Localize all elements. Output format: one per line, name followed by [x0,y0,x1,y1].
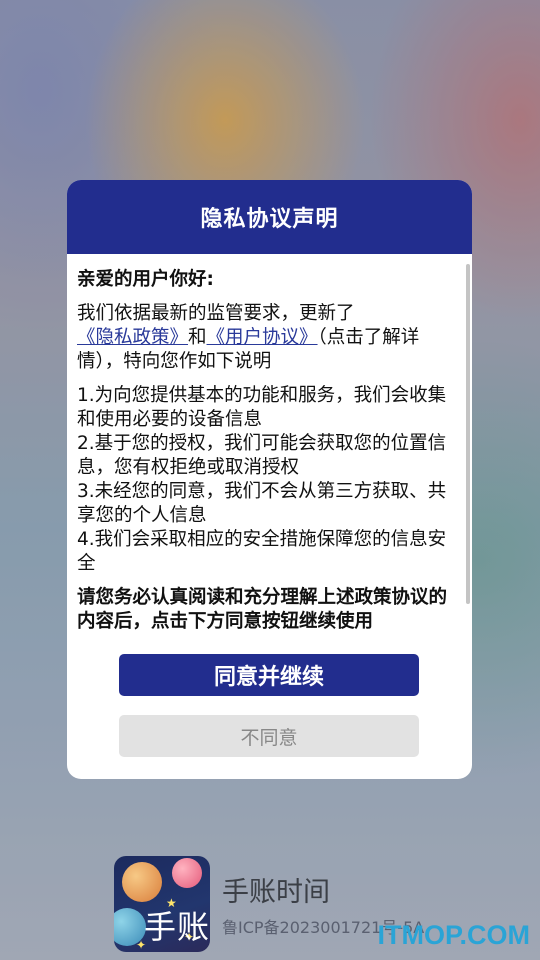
privacy-policy-link[interactable]: 《隐私政策》 [77,327,188,348]
body-scrollbar[interactable] [466,264,470,604]
site-watermark: ITMOP.COM [377,920,530,950]
dialog-header: 隐私协议声明 [67,180,472,254]
app-name: 手账时间 [222,877,330,908]
planet-icon [122,862,162,902]
points-list: 1.为向您提供基本的功能和服务，我们会收集和使用必要的设备信息 2.基于您的授权… [77,384,462,576]
agree-continue-button[interactable]: 同意并继续 [119,654,419,696]
intro-prefix: 我们依据最新的监管要求，更新了 [77,303,355,324]
privacy-dialog: 隐私协议声明 亲爱的用户你好: 我们依据最新的监管要求，更新了《隐私政策》和《用… [67,180,472,779]
app-icon-text: 手账 [144,908,210,946]
planet-icon [172,858,202,888]
dialog-title: 隐私协议声明 [200,207,339,232]
user-agreement-link[interactable]: 《用户协议》 [207,327,318,348]
intro-paragraph: 我们依据最新的监管要求，更新了《隐私政策》和《用户协议》（点击了解详情），特向您… [77,302,462,374]
disagree-button[interactable]: 不同意 [119,715,419,757]
app-screen: 隐私协议声明 亲爱的用户你好: 我们依据最新的监管要求，更新了《隐私政策》和《用… [0,0,540,960]
point-item: 3.未经您的同意，我们不会从第三方获取、共享您的个人信息 [77,481,447,526]
point-item: 4.我们会采取相应的安全措施保障您的信息安全 [77,529,447,574]
app-icon: ★ ✦ ✦ 手账 [114,856,210,952]
point-item: 2.基于您的授权，我们可能会获取您的位置信息，您有权拒绝或取消授权 [77,433,447,478]
dialog-body[interactable]: 亲爱的用户你好: 我们依据最新的监管要求，更新了《隐私政策》和《用户协议》（点击… [77,260,462,648]
intro-and: 和 [188,327,207,348]
point-item: 1.为向您提供基本的功能和服务，我们会收集和使用必要的设备信息 [77,385,447,430]
greeting-text: 亲爱的用户你好: [77,269,214,290]
notice-text: 请您务必认真阅读和充分理解上述政策协议的内容后，点击下方同意按钮继续使用 [77,587,448,632]
